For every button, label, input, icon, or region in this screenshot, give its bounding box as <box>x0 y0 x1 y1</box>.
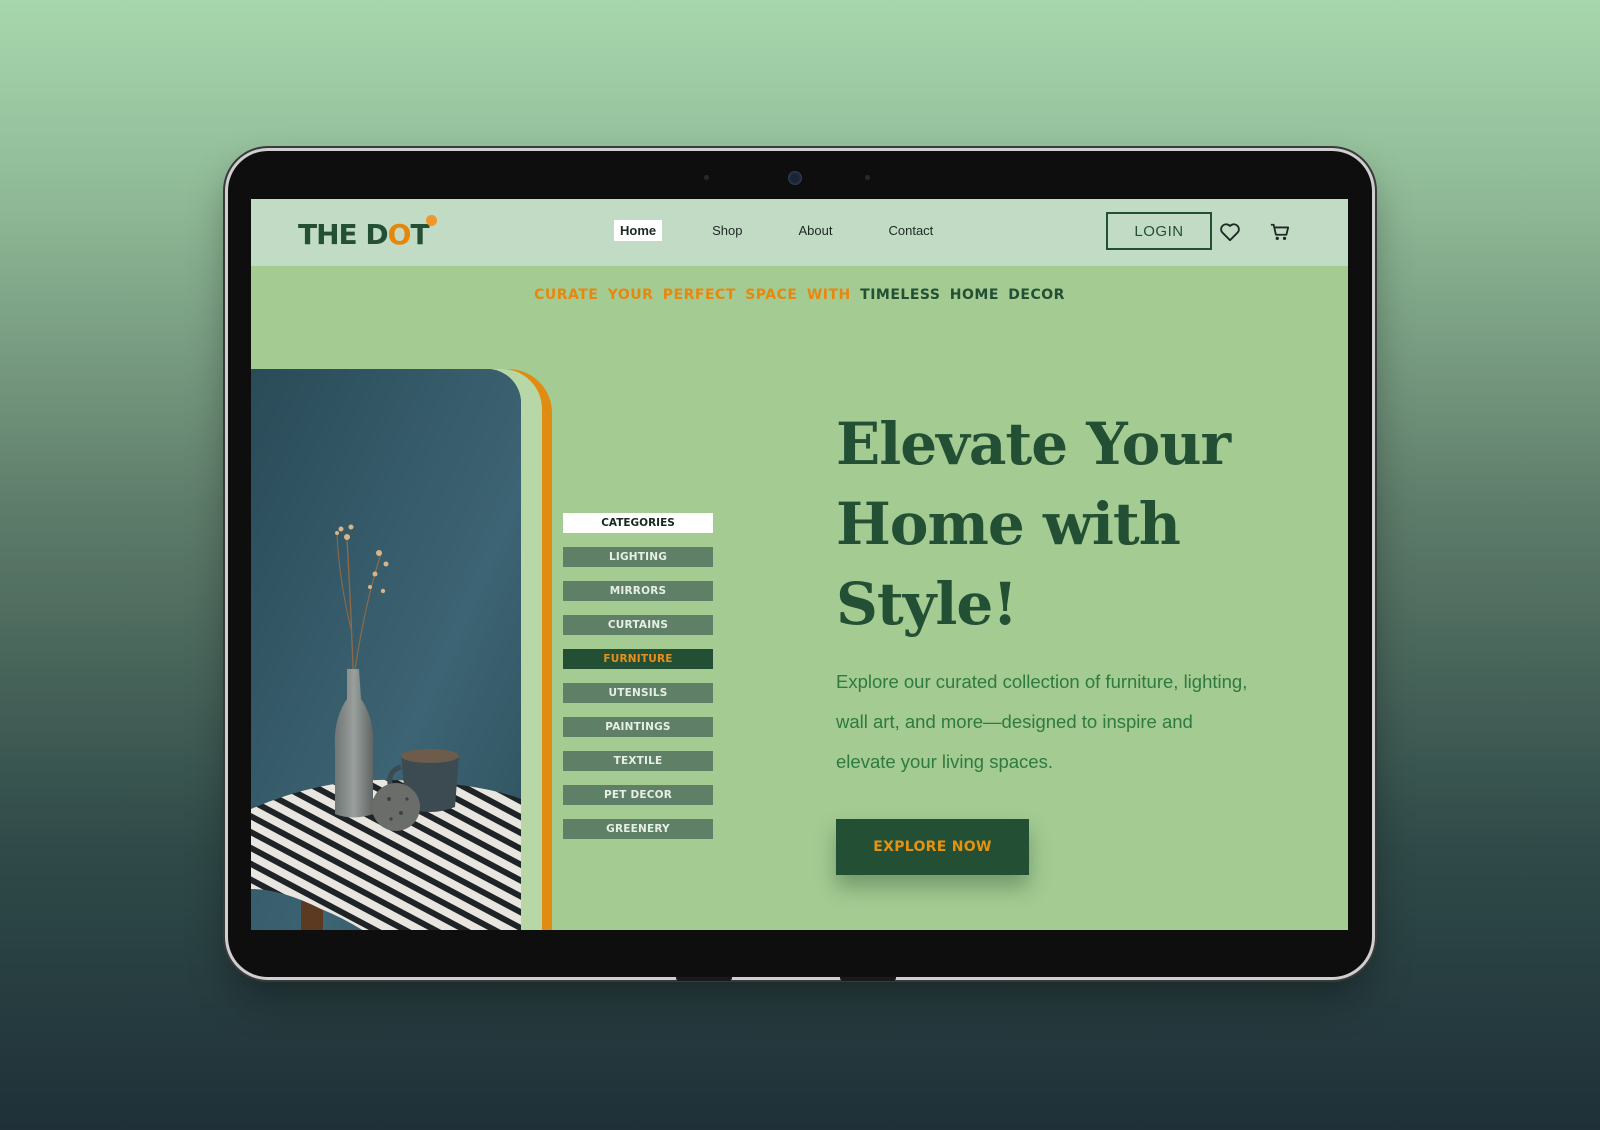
sensor-right <box>865 175 870 180</box>
tagline-highlight: CURATE YOUR PERFECT SPACE WITH <box>534 287 851 303</box>
nav-link-home[interactable]: Home <box>614 220 663 241</box>
tablet-connector-right <box>840 977 896 981</box>
category-mirrors[interactable]: MIRRORS <box>563 581 713 601</box>
explore-now-button[interactable]: EXPLORE NOW <box>836 819 1029 875</box>
top-nav: THE DOT Home Shop About Contact LOGIN <box>251 199 1348 266</box>
cart-icon[interactable] <box>1267 219 1293 245</box>
nav-link-about[interactable]: About <box>793 220 839 241</box>
brand-name-o: O <box>387 218 412 251</box>
tagline-rest: TIMELESS HOME DECOR <box>860 287 1065 303</box>
heart-icon[interactable] <box>1217 219 1243 245</box>
category-utensils[interactable]: UTENSILS <box>563 683 713 703</box>
category-lighting[interactable]: LIGHTING <box>563 547 713 567</box>
website-screen: THE DOT Home Shop About Contact LOGIN CU… <box>251 199 1348 930</box>
hero-headline: Elevate Your Home with Style! <box>836 410 1231 638</box>
camera-icon <box>788 171 802 185</box>
brand-name-part1: THE D <box>298 218 389 251</box>
tablet-frame: THE DOT Home Shop About Contact LOGIN CU… <box>228 151 1372 981</box>
category-paintings[interactable]: PAINTINGS <box>563 717 713 737</box>
nav-links: Home Shop About Contact <box>614 220 983 241</box>
category-textile[interactable]: TEXTILE <box>563 751 713 771</box>
tagline: CURATE YOUR PERFECT SPACE WITH TIMELESS … <box>251 287 1348 303</box>
category-curtains[interactable]: CURTAINS <box>563 615 713 635</box>
vase-still-life-image <box>251 369 521 930</box>
nav-link-contact[interactable]: Contact <box>882 220 939 241</box>
categories-title: CATEGORIES <box>563 513 713 533</box>
tablet-connector-left <box>676 977 732 981</box>
brand-dot <box>426 215 437 226</box>
sensor-left <box>704 175 709 180</box>
hero-photo <box>251 369 521 930</box>
hero-description: Explore our curated collection of furnit… <box>836 671 1248 772</box>
nav-link-shop[interactable]: Shop <box>706 220 748 241</box>
login-button[interactable]: LOGIN <box>1106 212 1212 250</box>
category-pet-decor[interactable]: PET DECOR <box>563 785 713 805</box>
category-furniture[interactable]: FURNITURE <box>563 649 713 669</box>
categories-menu: CATEGORIES LIGHTING MIRRORS CURTAINS FUR… <box>563 513 713 853</box>
category-greenery[interactable]: GREENERY <box>563 819 713 839</box>
brand-logo[interactable]: THE DOT <box>298 218 430 251</box>
